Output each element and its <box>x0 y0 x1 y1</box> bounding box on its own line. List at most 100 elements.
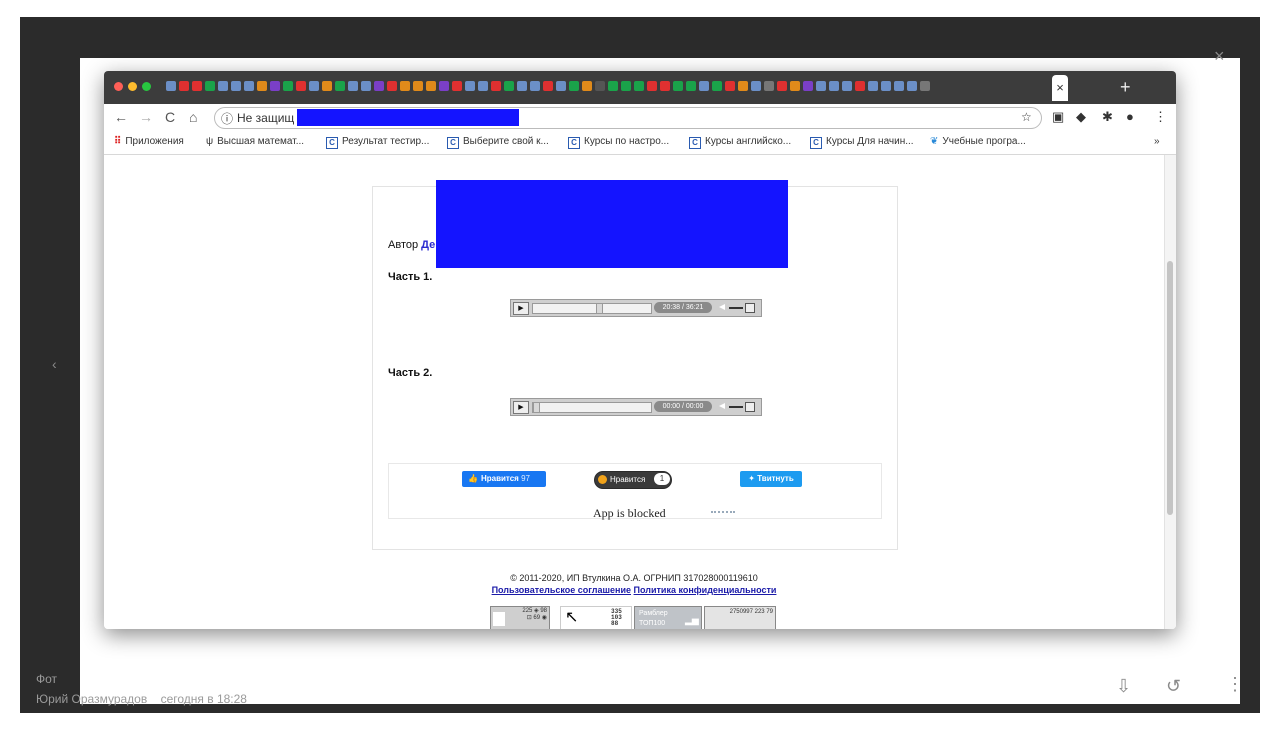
tab-favicon[interactable] <box>725 81 735 91</box>
tab-favicon[interactable] <box>569 81 579 91</box>
counter-badge-1[interactable]: 225 ◈ 98 ⊡ 69 ◉ <box>490 606 550 629</box>
tab-favicon[interactable] <box>777 81 787 91</box>
tab-favicon[interactable] <box>816 81 826 91</box>
tab-favicon[interactable] <box>465 81 475 91</box>
close-viewer-icon[interactable]: × <box>1214 46 1225 67</box>
tab-favicon[interactable] <box>335 81 345 91</box>
bookmark-beginner-courses[interactable]: C Курсы Для начин... <box>810 136 914 149</box>
tab-favicon[interactable] <box>296 81 306 91</box>
tab-favicon[interactable] <box>478 81 488 91</box>
tab-favicon[interactable] <box>894 81 904 91</box>
play-button[interactable]: ▶ <box>513 302 529 315</box>
tweet-button[interactable]: ✦ Твитнуть <box>740 471 802 487</box>
tab-favicon[interactable] <box>556 81 566 91</box>
tab-favicon[interactable] <box>868 81 878 91</box>
tab-favicon[interactable] <box>673 81 683 91</box>
tab-favicon[interactable] <box>803 81 813 91</box>
bookmarks-overflow-icon[interactable]: » <box>1154 136 1160 147</box>
tab-favicon[interactable] <box>387 81 397 91</box>
tab-favicon[interactable] <box>439 81 449 91</box>
tab-favicon[interactable] <box>608 81 618 91</box>
more-vertical-icon[interactable]: ⋮ <box>1226 674 1244 695</box>
tab-favicon[interactable] <box>270 81 280 91</box>
tab-favicon[interactable] <box>179 81 189 91</box>
privacy-link[interactable]: Политика конфиденциальности <box>634 585 777 595</box>
tab-favicon[interactable] <box>764 81 774 91</box>
tab-favicon[interactable] <box>881 81 891 91</box>
tab-favicon[interactable] <box>907 81 917 91</box>
tab-favicon[interactable] <box>192 81 202 91</box>
tab-favicon[interactable] <box>595 81 605 91</box>
tab-favicon[interactable] <box>751 81 761 91</box>
maximize-window-icon[interactable] <box>142 82 151 91</box>
bookmark-test-results[interactable]: C Результат тестир... <box>326 136 429 149</box>
tab-favicon[interactable] <box>231 81 241 91</box>
tab-favicon[interactable] <box>400 81 410 91</box>
bookmark-apps[interactable]: ⠿ Приложения <box>114 136 184 147</box>
tab-favicon[interactable] <box>205 81 215 91</box>
browser-menu-icon[interactable]: ⋮ <box>1154 109 1167 125</box>
tab-favicon[interactable] <box>322 81 332 91</box>
site-info-icon[interactable]: ⓘ <box>221 110 233 127</box>
counter-badge-2[interactable]: ↖ 335 103 88 <box>560 606 632 629</box>
tab-favicon[interactable] <box>218 81 228 91</box>
forward-icon[interactable]: → <box>139 109 153 125</box>
tab-favicon[interactable] <box>452 81 462 91</box>
tab-favicon[interactable] <box>348 81 358 91</box>
address-bar[interactable]: ⓘ Не защищ ☆ <box>214 107 1042 129</box>
author-link[interactable]: Де <box>421 239 435 251</box>
rambler-top100-badge[interactable]: Рамблер ТОП100 ▂▅ <box>634 606 702 629</box>
tab-favicon[interactable] <box>842 81 852 91</box>
tab-favicon[interactable] <box>686 81 696 91</box>
tab-favicon[interactable] <box>491 81 501 91</box>
tab-favicon[interactable] <box>634 81 644 91</box>
seek-handle[interactable] <box>596 303 603 314</box>
tab-favicon[interactable] <box>166 81 176 91</box>
tab-favicon[interactable] <box>920 81 930 91</box>
tab-favicon[interactable] <box>374 81 384 91</box>
home-icon[interactable]: ⌂ <box>189 109 197 125</box>
tab-favicon[interactable] <box>504 81 514 91</box>
tab-favicon[interactable] <box>530 81 540 91</box>
share-icon[interactable]: ↺ <box>1166 676 1181 697</box>
facebook-like-button[interactable]: 👍 Нравится 97 <box>462 471 546 487</box>
liveinternet-badge[interactable]: 2750997 223 79 <box>704 606 776 629</box>
tab-favicon[interactable] <box>712 81 722 91</box>
tab-favicon[interactable] <box>361 81 371 91</box>
tab-favicon[interactable] <box>855 81 865 91</box>
bookmark-settings-courses[interactable]: C Курсы по настро... <box>568 136 669 149</box>
new-tab-button[interactable]: + <box>1120 77 1131 98</box>
tab-strip[interactable] <box>166 81 1056 95</box>
photo-author[interactable]: Юрий Оразмурадов <box>36 692 147 706</box>
bookmark-star-icon[interactable]: ☆ <box>1021 110 1032 124</box>
profile-icon[interactable]: ● <box>1126 109 1134 124</box>
prev-arrow-icon[interactable]: ‹ <box>52 356 57 372</box>
tab-favicon[interactable] <box>426 81 436 91</box>
download-icon[interactable]: ⇩ <box>1116 676 1131 697</box>
terms-link[interactable]: Пользовательское соглашение <box>492 585 631 595</box>
bookmark-english-courses[interactable]: C Курсы английско... <box>689 136 791 149</box>
bookmark-math[interactable]: ψ Высшая математ... <box>206 136 304 147</box>
tab-favicon[interactable] <box>543 81 553 91</box>
tab-favicon[interactable] <box>257 81 267 91</box>
cast-icon[interactable]: ▣ <box>1052 109 1064 125</box>
scrollbar-thumb[interactable] <box>1167 261 1173 515</box>
tab-favicon[interactable] <box>647 81 657 91</box>
tab-favicon[interactable] <box>738 81 748 91</box>
puzzle-icon[interactable]: ✱ <box>1102 109 1113 125</box>
reload-icon[interactable]: C <box>165 109 175 125</box>
active-tab-close-icon[interactable]: × <box>1052 75 1068 101</box>
tab-favicon[interactable] <box>829 81 839 91</box>
bookmark-programs[interactable]: ❦ Учебные програ... <box>930 136 1026 147</box>
tab-favicon[interactable] <box>699 81 709 91</box>
tab-favicon[interactable] <box>660 81 670 91</box>
play-button[interactable]: ▶ <box>513 401 529 414</box>
seek-handle[interactable] <box>533 402 540 413</box>
tab-favicon[interactable] <box>517 81 527 91</box>
tab-favicon[interactable] <box>244 81 254 91</box>
tab-favicon[interactable] <box>309 81 319 91</box>
ok-like-button[interactable]: Нравится 1 <box>594 471 672 489</box>
extension-badge-icon[interactable]: ◆ <box>1076 109 1086 125</box>
tab-favicon[interactable] <box>582 81 592 91</box>
tab-favicon[interactable] <box>413 81 423 91</box>
